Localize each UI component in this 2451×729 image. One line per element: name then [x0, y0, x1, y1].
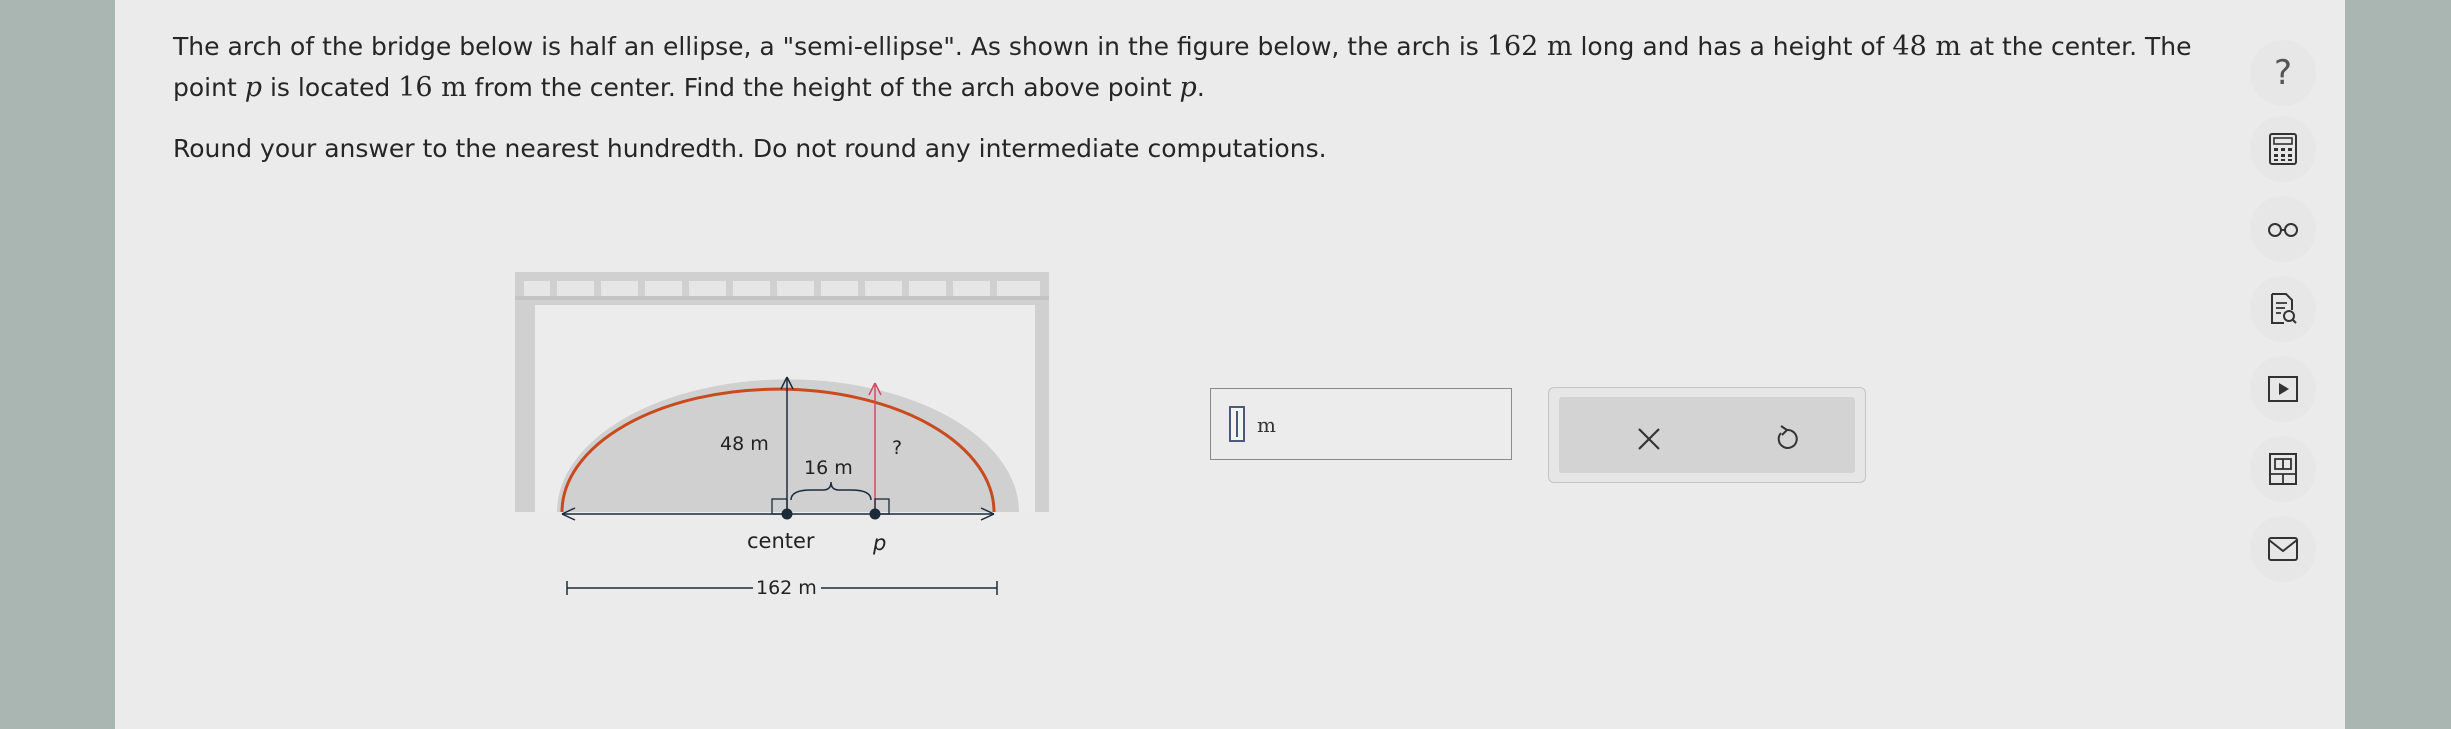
- point-label: p: [872, 531, 886, 555]
- point-variable-2: p: [1179, 72, 1197, 103]
- play-video-icon: [2268, 376, 2298, 402]
- message-button[interactable]: [2250, 516, 2316, 582]
- answer-input[interactable]: m: [1210, 388, 1512, 460]
- bridge-ledge: [515, 296, 1049, 300]
- point-variable: p: [244, 72, 263, 103]
- bridge-railing: [524, 281, 1040, 296]
- close-icon: [1638, 428, 1660, 450]
- span-label: 162 m: [756, 577, 817, 599]
- action-panel-inner: [1559, 397, 1855, 473]
- worksheet-button[interactable]: [2250, 276, 2316, 342]
- action-panel: [1548, 387, 1866, 483]
- reader-button[interactable]: [2250, 196, 2316, 262]
- question-text-5: from the center. Find the height of the …: [466, 73, 1180, 102]
- instruction-text: Round your answer to the nearest hundred…: [173, 134, 1327, 163]
- help-button[interactable]: ?: [2250, 40, 2316, 106]
- glasses-icon: [2268, 223, 2298, 237]
- undo-icon: [1777, 425, 1798, 449]
- input-cursor: [1236, 411, 1238, 437]
- calculator-button[interactable]: [2250, 116, 2316, 182]
- textbook-button[interactable]: [2250, 436, 2316, 502]
- worksheet-search-icon: [2271, 293, 2297, 324]
- question-paragraph: The arch of the bridge below is half an …: [173, 26, 2213, 108]
- clear-button[interactable]: [1629, 419, 1669, 459]
- center-label: center: [747, 529, 815, 553]
- video-button[interactable]: [2250, 356, 2316, 422]
- height-label: 48 m: [720, 433, 769, 455]
- unknown-label: ?: [892, 437, 902, 459]
- distance-value: 16 m: [398, 72, 467, 103]
- calculator-icon: [2269, 133, 2297, 165]
- question-text-1: The arch of the bridge below is half an …: [173, 32, 1487, 61]
- tool-sidebar: ?: [2250, 40, 2330, 600]
- bridge-figure: 48 m 16 m ? center p 162 m: [515, 270, 1055, 615]
- point-p: [869, 508, 881, 520]
- undo-button[interactable]: [1767, 419, 1807, 459]
- answer-unit: m: [1257, 413, 1276, 437]
- mail-icon: [2268, 537, 2298, 561]
- textbook-icon: [2269, 453, 2297, 485]
- center-point: [781, 508, 793, 520]
- help-icon: ?: [2273, 53, 2293, 93]
- question-text-2: long and has a height of: [1572, 32, 1893, 61]
- distance-label: 16 m: [804, 457, 853, 479]
- question-text-6: .: [1196, 73, 1205, 102]
- question-text: The arch of the bridge below is half an …: [173, 26, 2213, 169]
- bridge-diagram: 48 m 16 m ? center p 162 m: [515, 272, 1049, 599]
- question-text-4: is located: [262, 73, 399, 102]
- length-value: 162 m: [1486, 31, 1573, 62]
- height-value: 48 m: [1892, 31, 1961, 62]
